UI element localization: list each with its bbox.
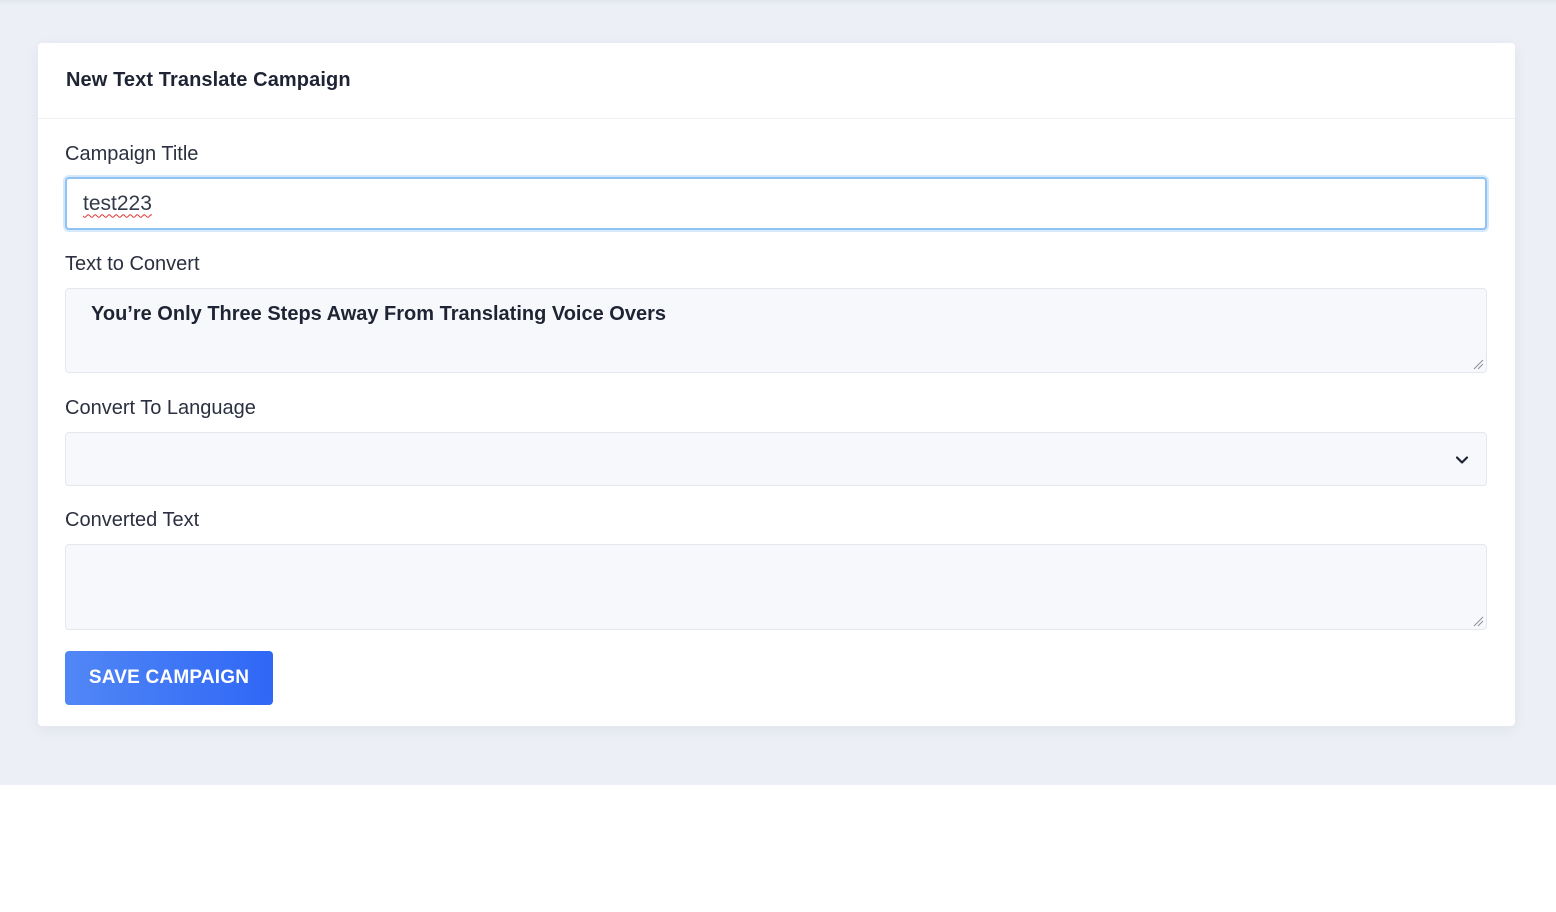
page-background: New Text Translate Campaign Campaign Tit… [0,0,1556,785]
convert-to-language-label: Convert To Language [65,397,256,419]
text-to-convert-label: Text to Convert [65,253,200,275]
card-header: New Text Translate Campaign [38,43,1515,119]
resize-grip-icon[interactable] [1472,358,1484,370]
campaign-title-value: test223 [83,191,152,215]
resize-grip-icon[interactable] [1472,615,1484,627]
campaign-title-label: Campaign Title [65,143,199,165]
campaign-title-input[interactable]: test223 [65,177,1487,230]
text-to-convert-value: You’re Only Three Steps Away From Transl… [91,303,666,325]
convert-to-language-select[interactable] [65,432,1487,486]
save-campaign-button[interactable]: SAVE CAMPAIGN [65,651,273,705]
converted-text-textarea[interactable] [65,544,1487,630]
campaign-form-card: New Text Translate Campaign Campaign Tit… [38,43,1515,726]
chevron-down-icon [1455,456,1469,464]
top-shade [0,0,1556,6]
text-to-convert-textarea[interactable]: You’re Only Three Steps Away From Transl… [65,288,1487,373]
converted-text-label: Converted Text [65,509,200,531]
card-title: New Text Translate Campaign [66,69,351,91]
